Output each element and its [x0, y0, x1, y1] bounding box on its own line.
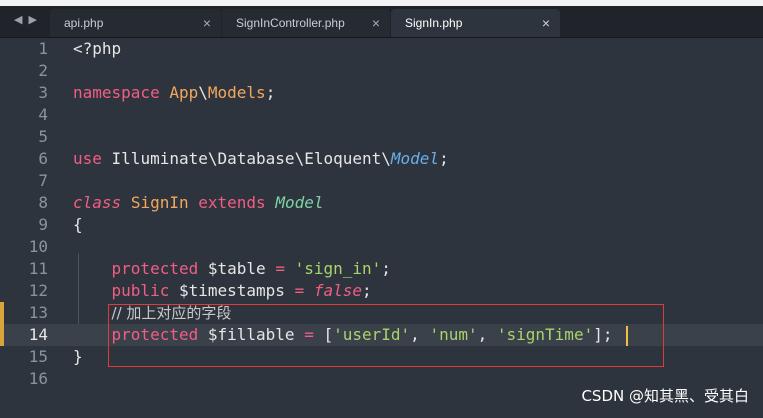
code-token: Model [275, 193, 324, 212]
line-number: 13 [28, 303, 48, 322]
code-token: $ [169, 281, 189, 300]
line-number: 3 [38, 83, 48, 102]
tab-navigation: ◀ ▶ [14, 13, 37, 26]
code-token: table [217, 259, 266, 278]
code-token: Model [390, 149, 440, 168]
code-line[interactable]: 5 [0, 126, 763, 148]
code-text[interactable]: namespace App\Models; [73, 82, 275, 104]
code-line[interactable]: 3 namespace App\Models; [0, 82, 763, 104]
code-text[interactable]: { [73, 214, 83, 236]
line-number: 4 [38, 105, 48, 124]
code-token: use [73, 149, 102, 168]
code-token: \ [198, 83, 208, 102]
code-token: } [73, 347, 83, 366]
code-line[interactable]: 8 class SignIn extends Model [0, 192, 763, 214]
code-token: Illuminate\Database\Eloquent\ [101, 149, 391, 168]
code-token: extends [198, 193, 266, 212]
line-number: 1 [38, 39, 48, 58]
tab-next-arrow-icon[interactable]: ▶ [28, 13, 36, 26]
tab-api-php[interactable]: api.php × [50, 9, 221, 37]
code-line[interactable]: 11 protected $table = 'sign_in'; [0, 258, 763, 280]
line-number: 5 [38, 127, 48, 146]
line-number: 8 [38, 193, 48, 212]
code-token: timestamps [188, 281, 285, 300]
tab-label: SignInController.php [236, 16, 345, 30]
line-number: 15 [28, 347, 48, 366]
code-token: ; [439, 149, 449, 168]
watermark: CSDN @知其黑、受其白 [581, 387, 749, 405]
tab-bar: ◀ ▶ api.php × SignInController.php × Sig… [0, 6, 763, 38]
code-token: App [169, 83, 199, 102]
code-text[interactable]: use Illuminate\Database\Eloquent\Model; [73, 148, 449, 170]
code-line[interactable]: 4 [0, 104, 763, 126]
code-token: { [73, 215, 83, 234]
code-text[interactable]: <?php [73, 38, 121, 60]
code-line[interactable]: 9{ [0, 214, 763, 236]
code-token: ; [265, 83, 276, 102]
code-line[interactable]: 10 [0, 236, 763, 258]
code-token: Models [207, 83, 266, 102]
tab-signin-php[interactable]: SignIn.php × [391, 9, 560, 37]
code-line[interactable]: 1 <?php [0, 38, 763, 60]
line-number: 7 [38, 171, 48, 190]
code-token: namespace [73, 83, 160, 102]
tab-label: SignIn.php [405, 16, 463, 30]
code-text[interactable]: public $timestamps = false; [73, 280, 372, 302]
code-line[interactable]: 2 [0, 60, 763, 82]
code-line[interactable]: 12 public $timestamps = false; [0, 280, 763, 302]
code-line[interactable]: 6 use Illuminate\Database\Eloquent\Model; [0, 148, 763, 170]
line-number: 11 [28, 259, 48, 278]
line-number: 14 [28, 325, 48, 344]
tab-close-icon[interactable]: × [372, 15, 380, 31]
code-text[interactable]: } [73, 346, 83, 368]
tab-close-icon[interactable]: × [203, 15, 211, 31]
code-token: ; [362, 281, 372, 300]
tab-signincontroller-php[interactable]: SignInController.php × [222, 9, 390, 37]
line-number: 6 [38, 149, 48, 168]
code-token: SignIn [130, 193, 189, 212]
code-token: 'sign_in' [294, 259, 382, 278]
code-token: <?php [73, 39, 122, 58]
text-cursor [626, 326, 628, 346]
code-line[interactable]: 7 [0, 170, 763, 192]
code-token: protected [111, 259, 199, 278]
line-number: 16 [28, 369, 48, 388]
tab-prev-arrow-icon[interactable]: ◀ [14, 13, 22, 26]
line-number: 2 [38, 61, 48, 80]
code-token: class [73, 193, 122, 212]
code-text[interactable]: protected $table = 'sign_in'; [73, 258, 391, 280]
code-token: = [294, 281, 305, 300]
code-token: $ [198, 259, 218, 278]
tab-close-icon[interactable]: × [542, 15, 550, 31]
code-text[interactable]: class SignIn extends Model [73, 192, 324, 214]
code-token: false [313, 281, 363, 300]
line-number: 9 [38, 215, 48, 234]
code-token: ; [381, 259, 391, 278]
code-token: = [275, 259, 285, 278]
line-number: 10 [28, 237, 48, 256]
code-token: public [111, 281, 170, 300]
highlight-annotation-box [108, 304, 664, 367]
line-number: 12 [28, 281, 48, 300]
tab-label: api.php [64, 16, 104, 30]
